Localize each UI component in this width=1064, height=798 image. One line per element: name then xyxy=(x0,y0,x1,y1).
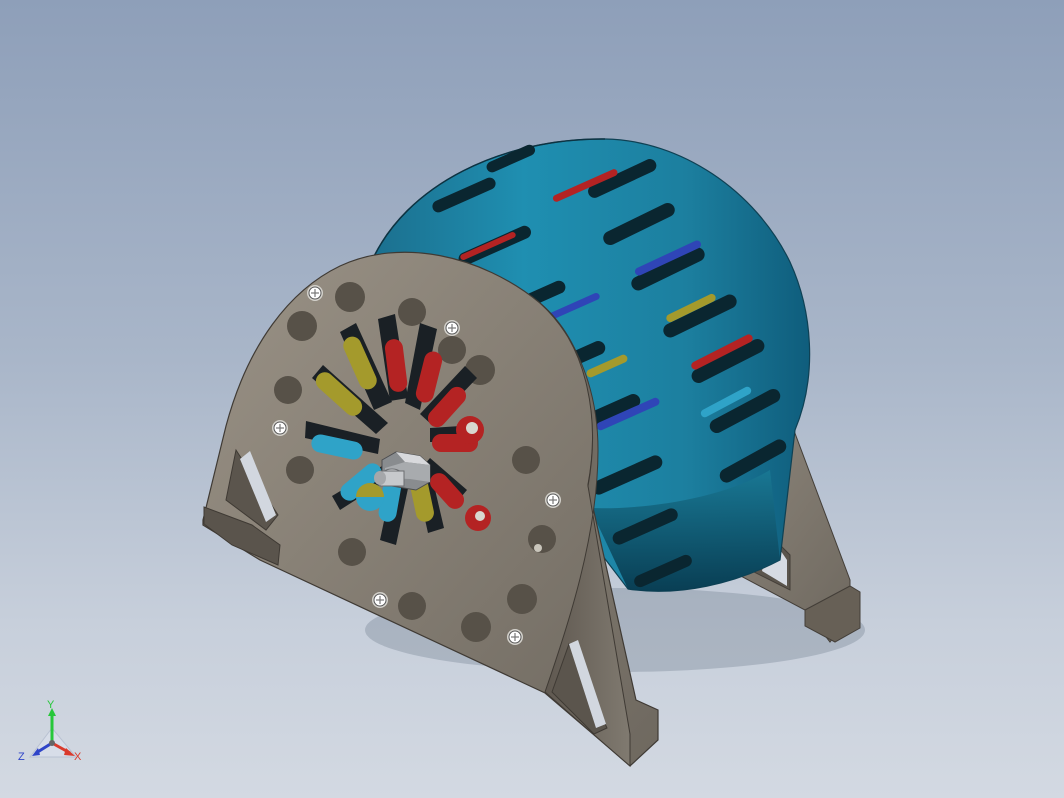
cad-viewport[interactable]: Y Z X xyxy=(0,0,1064,798)
triad-z-label: Z xyxy=(18,751,25,763)
3d-model-view[interactable] xyxy=(0,0,1064,798)
triad-y-label: Y xyxy=(47,699,55,711)
triad-x-label: X xyxy=(74,751,82,763)
orientation-triad[interactable]: Y Z X xyxy=(18,700,88,770)
